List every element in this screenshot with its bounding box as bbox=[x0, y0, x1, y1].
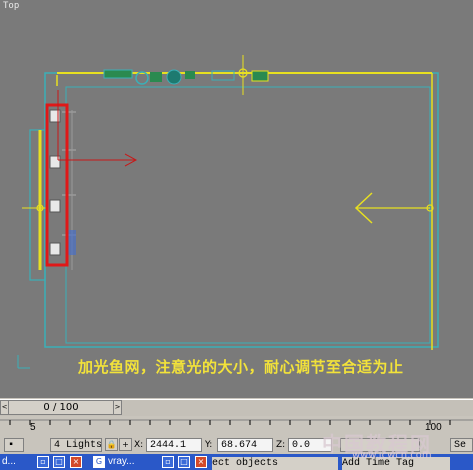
window-restore-icon[interactable]: ▫ bbox=[37, 456, 49, 468]
move-gizmo-icon bbox=[57, 90, 138, 167]
taskbar-item-left[interactable]: d... bbox=[2, 455, 16, 469]
y-coordinate-field[interactable]: 68.674 bbox=[217, 438, 273, 452]
vray-window-close-icon[interactable]: × bbox=[195, 456, 207, 468]
x-coordinate-field[interactable]: 2444.1 bbox=[146, 438, 202, 452]
absolute-mode-icon[interactable]: + bbox=[119, 438, 132, 451]
window-close-icon[interactable]: × bbox=[70, 456, 82, 468]
left-window-frame bbox=[29, 129, 46, 281]
axis-tripod-icon bbox=[17, 355, 30, 369]
viewport-label[interactable]: Top bbox=[3, 1, 19, 11]
selection-count: 4 Lights bbox=[50, 438, 102, 452]
watermark-url: www.jcwcn.com bbox=[352, 450, 432, 461]
script-listener-button[interactable]: ▪ bbox=[4, 438, 24, 452]
light-direction-arrow bbox=[354, 192, 434, 224]
time-next-button[interactable]: > bbox=[113, 400, 122, 415]
vray-window-maximize-icon[interactable]: □ bbox=[178, 456, 190, 468]
z-label: Z: bbox=[276, 440, 286, 450]
light-array bbox=[49, 109, 76, 270]
x-label: X: bbox=[134, 440, 144, 450]
vray-window-restore-icon[interactable]: ▫ bbox=[162, 456, 174, 468]
prompt-line: ect objects bbox=[212, 457, 338, 470]
taskbar-item-vray[interactable]: vray... bbox=[108, 455, 134, 469]
y-label: Y: bbox=[205, 440, 213, 450]
window-maximize-icon[interactable]: □ bbox=[53, 456, 65, 468]
time-slider[interactable]: 0 / 100 bbox=[8, 400, 114, 415]
tutorial-caption: 加光鱼网，注意光的大小，耐心调节至合适为止 bbox=[78, 358, 404, 376]
lock-icon[interactable]: 🔒 bbox=[105, 438, 118, 451]
room-outline-outer bbox=[44, 72, 439, 348]
vray-icon: G bbox=[93, 456, 105, 468]
ruler-tick-5: 5 bbox=[30, 422, 36, 433]
room-outline-inner bbox=[65, 86, 431, 344]
viewport-scene[interactable] bbox=[0, 0, 473, 400]
light-selection-highlight bbox=[45, 103, 69, 267]
set-key-button[interactable]: Se bbox=[450, 438, 473, 452]
